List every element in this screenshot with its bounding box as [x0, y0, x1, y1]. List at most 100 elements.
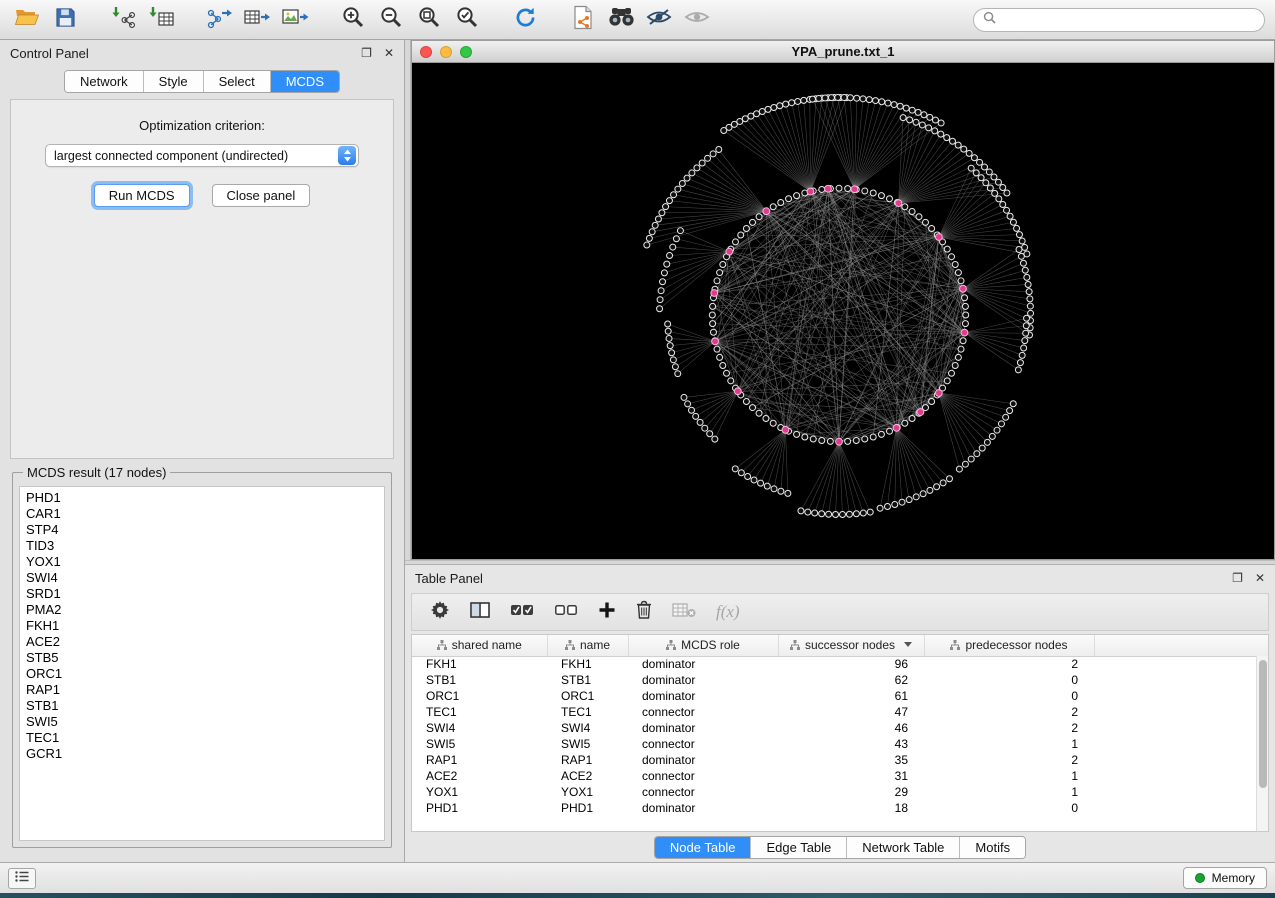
table-scrollbar[interactable]	[1256, 656, 1268, 831]
mcds-result-item[interactable]: RAP1	[26, 682, 378, 698]
table-cell[interactable]: TEC1	[412, 704, 547, 720]
float-panel-icon[interactable]: ❐	[1232, 571, 1243, 585]
tab-edge-table[interactable]: Edge Table	[751, 837, 847, 858]
table-cell[interactable]: 1	[924, 768, 1094, 784]
table-row[interactable]: RAP1RAP1dominator352	[412, 752, 1268, 768]
table-cell[interactable]: 31	[778, 768, 924, 784]
delete-column-button[interactable]	[636, 600, 652, 624]
share-document-button[interactable]	[566, 5, 600, 35]
table-cell[interactable]: connector	[628, 704, 778, 720]
table-row[interactable]: PHD1PHD1dominator180	[412, 800, 1268, 816]
export-table-button[interactable]	[240, 5, 274, 35]
close-panel-button[interactable]: Close panel	[212, 184, 311, 207]
table-cell[interactable]: 1	[924, 784, 1094, 800]
status-menu-button[interactable]	[8, 868, 36, 889]
table-row[interactable]: FKH1FKH1dominator962	[412, 656, 1268, 672]
zoom-fit-button[interactable]	[412, 5, 446, 35]
table-cell[interactable]: RAP1	[412, 752, 547, 768]
minimize-window-icon[interactable]	[440, 46, 452, 58]
scrollbar-thumb[interactable]	[1259, 660, 1267, 788]
mcds-result-item[interactable]: TEC1	[26, 730, 378, 746]
tab-mcds[interactable]: MCDS	[271, 71, 339, 92]
table-cell[interactable]: PHD1	[547, 800, 628, 816]
run-mcds-button[interactable]: Run MCDS	[94, 184, 190, 207]
mcds-result-list[interactable]: PHD1CAR1STP4TID3YOX1SWI4SRD1PMA2FKH1ACE2…	[19, 486, 385, 841]
function-builder-button[interactable]: f(x)	[716, 602, 740, 622]
table-cell[interactable]: 29	[778, 784, 924, 800]
show-columns-button[interactable]	[470, 601, 490, 624]
table-cell[interactable]: connector	[628, 784, 778, 800]
tab-network[interactable]: Network	[65, 71, 144, 92]
tab-style[interactable]: Style	[144, 71, 204, 92]
table-row[interactable]: SWI4SWI4dominator462	[412, 720, 1268, 736]
table-row[interactable]: ORC1ORC1dominator610	[412, 688, 1268, 704]
mcds-result-item[interactable]: SWI4	[26, 570, 378, 586]
table-cell[interactable]: STB1	[547, 672, 628, 688]
table-cell[interactable]: 96	[778, 656, 924, 672]
mcds-result-item[interactable]: YOX1	[26, 554, 378, 570]
table-cell[interactable]: 62	[778, 672, 924, 688]
close-window-icon[interactable]	[420, 46, 432, 58]
import-table-button[interactable]	[144, 5, 178, 35]
mcds-result-item[interactable]: STP4	[26, 522, 378, 538]
mcds-result-item[interactable]: PHD1	[26, 490, 378, 506]
table-cell[interactable]: 18	[778, 800, 924, 816]
tab-node-table[interactable]: Node Table	[655, 837, 752, 858]
open-folder-button[interactable]	[10, 5, 44, 35]
zoom-out-button[interactable]	[374, 5, 408, 35]
column-header-successor-nodes[interactable]: successor nodes	[778, 635, 924, 656]
network-canvas[interactable]	[412, 63, 1274, 559]
add-column-button[interactable]	[598, 601, 616, 624]
export-image-button[interactable]	[278, 5, 312, 35]
table-cell[interactable]: ORC1	[412, 688, 547, 704]
zoom-in-button[interactable]	[336, 5, 370, 35]
table-cell[interactable]: dominator	[628, 720, 778, 736]
table-row[interactable]: TEC1TEC1connector472	[412, 704, 1268, 720]
float-panel-icon[interactable]: ❐	[361, 46, 372, 60]
show-panels-button[interactable]	[680, 5, 714, 35]
mcds-result-item[interactable]: TID3	[26, 538, 378, 554]
tab-motifs[interactable]: Motifs	[960, 837, 1025, 858]
table-row[interactable]: STB1STB1dominator620	[412, 672, 1268, 688]
mcds-result-item[interactable]: GCR1	[26, 746, 378, 762]
table-cell[interactable]: 43	[778, 736, 924, 752]
mcds-result-item[interactable]: SRD1	[26, 586, 378, 602]
column-settings-button[interactable]	[430, 600, 450, 625]
save-session-button[interactable]	[48, 5, 82, 35]
table-cell[interactable]: 2	[924, 720, 1094, 736]
table-cell[interactable]: dominator	[628, 672, 778, 688]
delete-table-button[interactable]	[672, 602, 696, 623]
table-cell[interactable]: 47	[778, 704, 924, 720]
mcds-result-item[interactable]: FKH1	[26, 618, 378, 634]
table-row[interactable]: YOX1YOX1connector291	[412, 784, 1268, 800]
deselect-all-rows-button[interactable]	[554, 602, 578, 623]
table-cell[interactable]: 0	[924, 672, 1094, 688]
mcds-result-item[interactable]: ORC1	[26, 666, 378, 682]
table-cell[interactable]: 0	[924, 688, 1094, 704]
hide-panels-button[interactable]	[642, 5, 676, 35]
table-cell[interactable]: SWI4	[547, 720, 628, 736]
table-cell[interactable]: connector	[628, 736, 778, 752]
table-cell[interactable]: dominator	[628, 656, 778, 672]
table-cell[interactable]: dominator	[628, 688, 778, 704]
mcds-result-item[interactable]: PMA2	[26, 602, 378, 618]
table-cell[interactable]: 61	[778, 688, 924, 704]
table-cell[interactable]: FKH1	[412, 656, 547, 672]
column-header-name[interactable]: name	[547, 635, 628, 656]
tab-network-table[interactable]: Network Table	[847, 837, 960, 858]
table-row[interactable]: ACE2ACE2connector311	[412, 768, 1268, 784]
table-cell[interactable]: RAP1	[547, 752, 628, 768]
mcds-result-item[interactable]: STB5	[26, 650, 378, 666]
mcds-result-item[interactable]: ACE2	[26, 634, 378, 650]
table-cell[interactable]: ACE2	[547, 768, 628, 784]
table-cell[interactable]: 2	[924, 704, 1094, 720]
refresh-layout-button[interactable]	[508, 5, 542, 35]
toolbar-search[interactable]	[973, 8, 1265, 32]
table-cell[interactable]: 46	[778, 720, 924, 736]
zoom-selected-button[interactable]	[450, 5, 484, 35]
column-header-shared-name[interactable]: shared name	[412, 635, 547, 656]
table-cell[interactable]: SWI4	[412, 720, 547, 736]
column-header-mcds-role[interactable]: MCDS role	[628, 635, 778, 656]
search-input[interactable]	[1002, 13, 1255, 27]
table-cell[interactable]: FKH1	[547, 656, 628, 672]
